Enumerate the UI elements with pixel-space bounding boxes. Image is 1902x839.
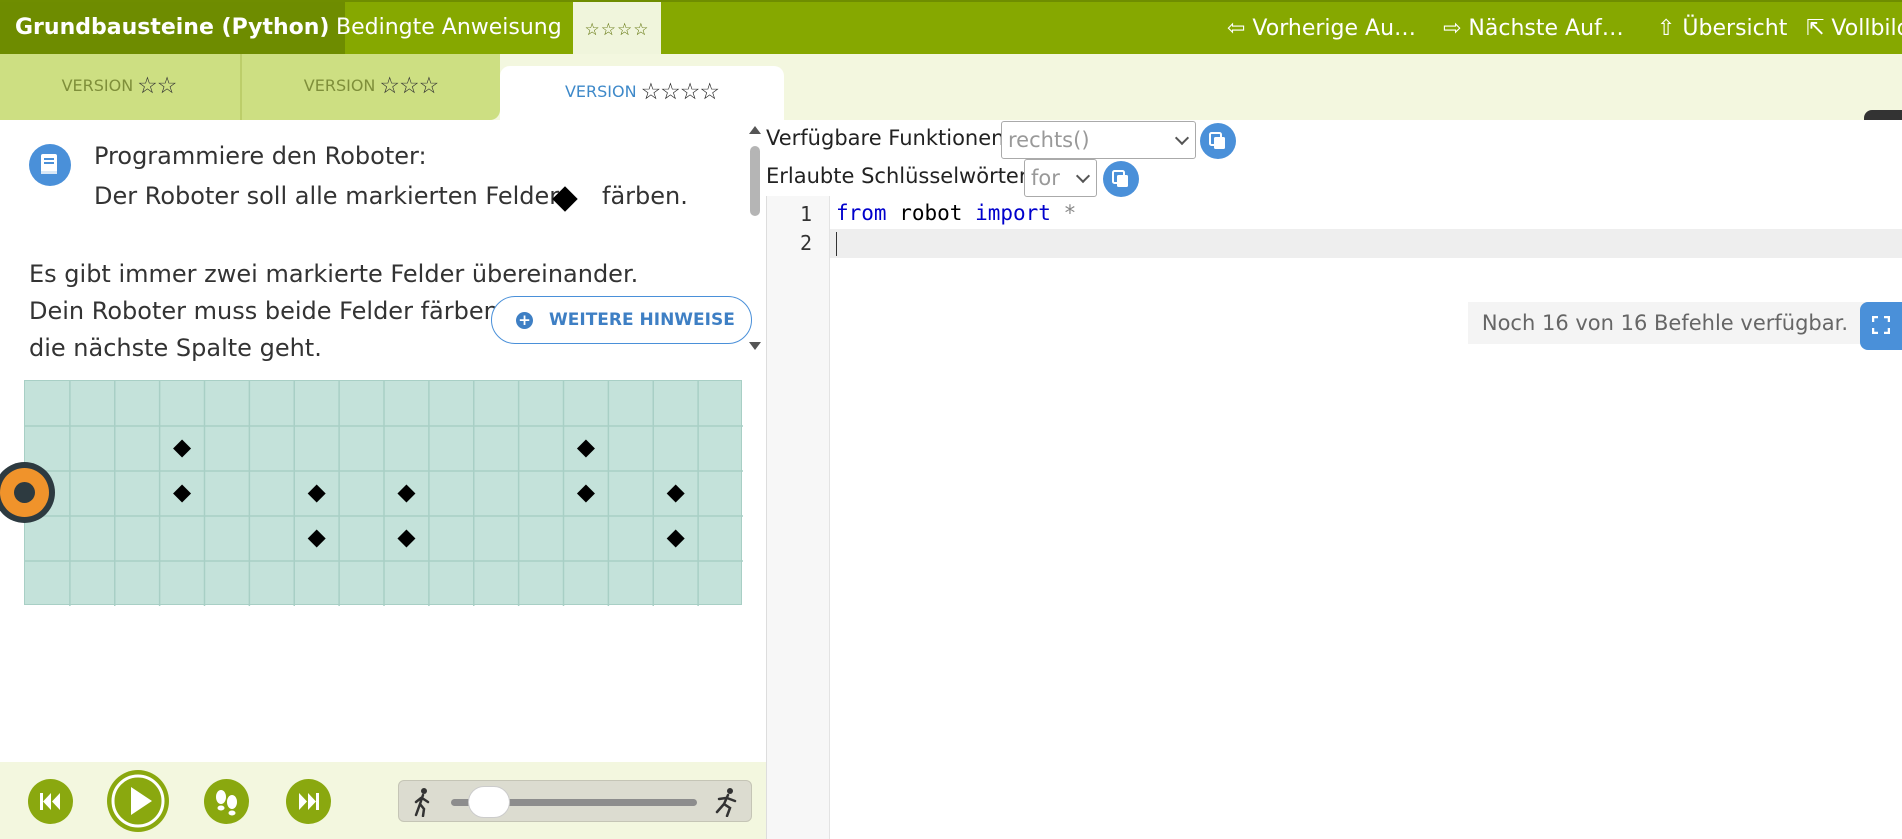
- marked-field-diamond: [576, 439, 595, 458]
- functions-select[interactable]: rechts(): [1001, 121, 1196, 159]
- step-button[interactable]: [204, 779, 249, 824]
- fast-forward-button[interactable]: [286, 779, 331, 824]
- chevron-down-icon: [1174, 130, 1190, 146]
- task-title[interactable]: Bedingte Anweisung: [318, 2, 580, 54]
- line-number: 2: [799, 231, 812, 255]
- instruction-text-end: färben.: [602, 182, 688, 210]
- footsteps-icon: [216, 790, 237, 816]
- plus-circle-icon: +: [516, 312, 533, 329]
- copy-keyword-button[interactable]: [1103, 161, 1139, 197]
- marked-field-diamond: [397, 484, 416, 503]
- fullscreen-link[interactable]: ⇱ Vollbild: [1806, 2, 1902, 54]
- speed-slider-thumb[interactable]: [468, 786, 510, 818]
- active-line-highlight: [767, 229, 1902, 258]
- next-task-link[interactable]: ⇨ Nächste Auf…: [1443, 2, 1624, 54]
- star-rating-icon: ☆☆: [137, 73, 177, 99]
- play-button[interactable]: [107, 770, 169, 832]
- instruction-scrollbar[interactable]: [748, 120, 762, 350]
- expand-icon: [1872, 316, 1890, 334]
- robot-core: [9, 477, 40, 508]
- more-hints-button[interactable]: + WEITERE HINWEISE: [491, 296, 752, 344]
- marked-field-diamond: [307, 529, 326, 548]
- allowed-keywords-label: Erlaubte Schlüsselwörter:: [766, 164, 1035, 188]
- code-wildcard: *: [1050, 201, 1077, 225]
- speed-slider-box: [398, 780, 752, 822]
- expand-editor-button[interactable]: [1860, 302, 1902, 350]
- tab-version-3-stars[interactable]: VERSION ☆☆☆: [240, 54, 500, 120]
- tab-version-4-stars[interactable]: VERSION ☆☆☆☆: [500, 66, 784, 120]
- version-tabs: VERSION ☆☆ VERSION ☆☆☆: [0, 54, 500, 120]
- tab-label: VERSION: [564, 82, 637, 101]
- line-number-gutter: 1 2: [767, 196, 830, 839]
- scroll-down-icon[interactable]: [749, 342, 761, 350]
- top-bar: Grundbausteine (Python) Bedingte Anweisu…: [0, 0, 1902, 56]
- editor-pane: Verfügbare Funktionen: rechts() Erlaubte…: [766, 120, 1902, 839]
- rewind-icon: [40, 793, 60, 810]
- keywords-select[interactable]: for: [1024, 159, 1097, 197]
- instruction-text: Der Roboter soll alle markierten Felder: [94, 182, 560, 210]
- more-hints-label: WEITERE HINWEISE: [549, 310, 735, 330]
- command-count-status: Noch 16 von 16 Befehle verfügbar.: [1467, 302, 1902, 344]
- star-rating-icon: ☆☆☆☆: [640, 79, 720, 105]
- tab-label: VERSION: [303, 76, 376, 95]
- running-person-icon: [715, 788, 737, 817]
- tab-label: VERSION: [61, 76, 134, 95]
- marked-field-diamond: [666, 484, 685, 503]
- code-keyword-from: from: [836, 201, 887, 225]
- tab-version-2-stars[interactable]: VERSION ☆☆: [0, 54, 238, 120]
- overview-link[interactable]: ⇧ Übersicht: [1657, 2, 1787, 54]
- robot-body: [0, 468, 49, 517]
- marked-field-diamond: [397, 529, 416, 548]
- copy-icon: [1209, 132, 1225, 149]
- book-icon: [29, 144, 71, 186]
- chevron-down-icon: [1075, 168, 1091, 184]
- player-controls: [0, 762, 766, 839]
- code-keyword-import: import: [975, 201, 1051, 225]
- instruction-heading: Programmiere den Roboter:: [94, 142, 427, 170]
- play-icon: [111, 774, 165, 828]
- version-tab-row: VERSION☆☆ VERSION☆☆☆ VERSION☆☆☆☆ ≡: [0, 54, 1902, 158]
- keywords-select-value: for: [1031, 166, 1060, 190]
- scroll-up-icon[interactable]: [749, 126, 761, 134]
- line-number: 1: [799, 202, 812, 226]
- difficulty-badge: ☆☆☆☆: [573, 2, 661, 56]
- copy-icon: [1112, 170, 1128, 187]
- functions-select-value: rechts(): [1008, 128, 1090, 152]
- walking-person-icon: [414, 788, 430, 817]
- robot-grid: [24, 380, 743, 606]
- previous-task-link[interactable]: ⇦ Vorherige Au…: [1227, 2, 1416, 54]
- rewind-button[interactable]: [28, 779, 73, 824]
- marked-field-diamond: [576, 484, 595, 503]
- marked-field-diamond: [307, 484, 326, 503]
- marked-field-diamond: [173, 439, 192, 458]
- course-title[interactable]: Grundbausteine (Python): [0, 2, 345, 54]
- text-cursor: [836, 232, 837, 256]
- code-line[interactable]: from robot import *: [836, 201, 1076, 225]
- star-rating-icon: ☆☆☆: [379, 73, 439, 99]
- code-module: robot: [886, 201, 976, 225]
- grid-canvas: [25, 381, 743, 606]
- marked-field-diamond: [666, 529, 685, 548]
- fast-forward-icon: [299, 793, 319, 810]
- scroll-thumb[interactable]: [750, 146, 760, 216]
- code-editor[interactable]: 1 2 from robot import * Noch 16 von 16 B…: [766, 196, 1902, 839]
- available-functions-label: Verfügbare Funktionen:: [766, 126, 1012, 150]
- marked-field-diamond: [173, 484, 192, 503]
- copy-function-button[interactable]: [1200, 123, 1236, 159]
